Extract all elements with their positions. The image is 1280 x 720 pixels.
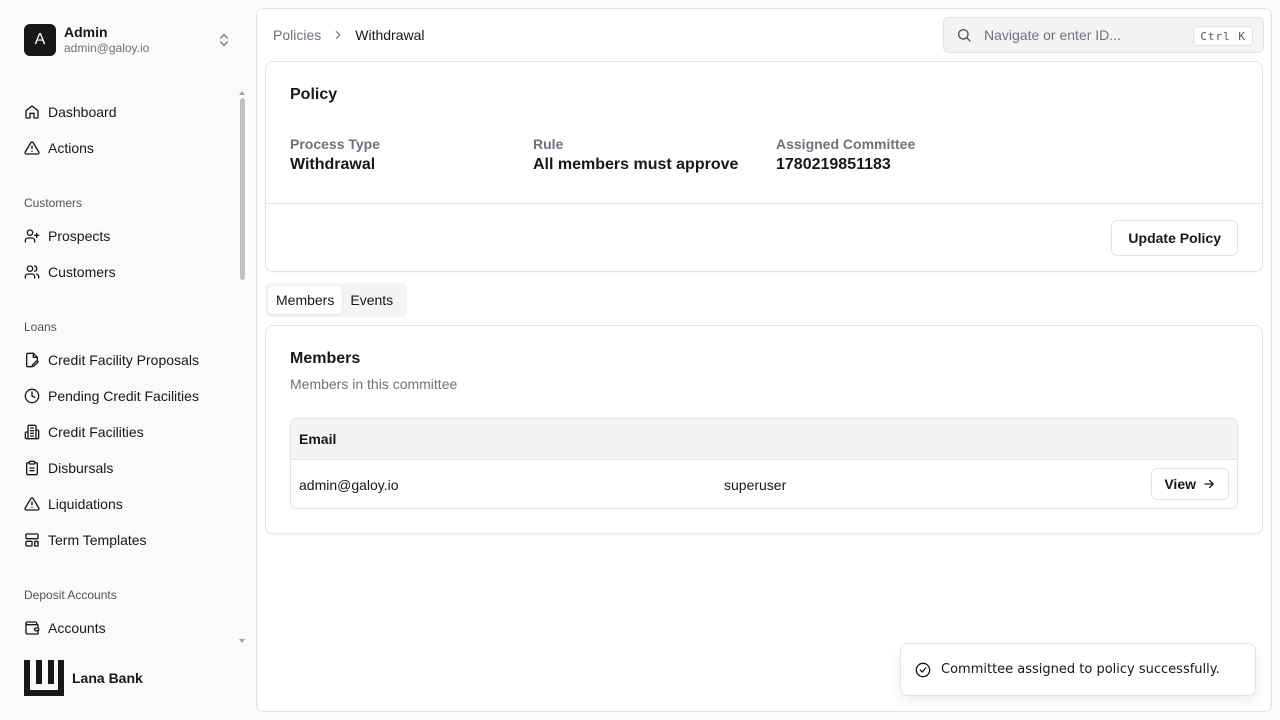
tab-events[interactable]: Events	[342, 286, 401, 314]
main-panel: Policies Withdrawal Ctrl K Policy Proces…	[256, 8, 1272, 712]
sidebar-item-label: Actions	[48, 140, 94, 156]
field-rule: Rule All members must approve	[533, 136, 738, 174]
home-icon	[25, 105, 39, 119]
user-email: admin@galoy.io	[64, 41, 150, 56]
field-value: All members must approve	[533, 156, 739, 173]
lana-logo-icon	[24, 660, 64, 696]
table-header: Email	[291, 419, 1237, 460]
users-icon	[24, 265, 40, 279]
scroll-up-icon[interactable]	[238, 88, 246, 98]
chevron-right-icon	[335, 30, 341, 40]
member-email: admin@galoy.io	[299, 476, 399, 493]
sidebar-item-label: Prospects	[48, 228, 111, 244]
column-header-email: Email	[299, 431, 337, 447]
breadcrumb: Policies Withdrawal	[273, 27, 425, 43]
alert-triangle-icon	[24, 497, 40, 511]
sidebar-item-dashboard[interactable]: Dashboard	[24, 100, 117, 124]
user-switcher[interactable]: A Admin admin@galoy.io	[24, 24, 240, 56]
sidebar-item-credit-facility-proposals[interactable]: Credit Facility Proposals	[24, 348, 199, 372]
tabs: Members Events	[265, 283, 407, 317]
scroll-down-icon[interactable]	[238, 636, 246, 646]
sidebar-item-term-templates[interactable]: Term Templates	[24, 528, 147, 552]
search-input[interactable]	[984, 27, 1184, 43]
sidebar-item-label: Disbursals	[48, 460, 114, 476]
search-icon	[958, 29, 971, 42]
table-row: admin@galoy.io superuser View	[291, 460, 1237, 508]
field-label: Assigned Committee	[776, 136, 916, 152]
clipboard-icon	[26, 460, 38, 476]
brand-name: Lana Bank	[72, 670, 143, 686]
sidebar-item-pending-credit-facilities[interactable]: Pending Credit Facilities	[24, 384, 199, 408]
search-box[interactable]: Ctrl K	[943, 17, 1264, 53]
sidebar-item-accounts[interactable]: Accounts	[24, 616, 106, 640]
sidebar-item-customers[interactable]: Customers	[24, 260, 116, 284]
sidebar-item-label: Credit Facilities	[48, 424, 144, 440]
nav-group-customers: Customers	[24, 196, 83, 210]
sidebar-item-label: Accounts	[48, 620, 106, 636]
member-role: superuser	[724, 476, 787, 493]
sidebar-item-label: Dashboard	[48, 104, 117, 120]
layout-template-icon	[25, 533, 39, 547]
breadcrumb-current: Withdrawal	[355, 27, 425, 43]
field-assigned-committee: Assigned Committee 1780219851183	[776, 136, 915, 174]
update-policy-button[interactable]: Update Policy	[1111, 220, 1238, 256]
members-title: Members	[290, 350, 361, 367]
sidebar-item-label: Liquidations	[48, 496, 123, 512]
sidebar: A Admin admin@galoy.io Dashboard Actions…	[0, 0, 256, 720]
avatar: A	[24, 24, 56, 56]
view-button-label: View	[1164, 476, 1196, 492]
building-icon	[24, 424, 40, 440]
sidebar-item-credit-facilities[interactable]: Credit Facilities	[24, 420, 144, 444]
user-name: Admin	[64, 24, 108, 41]
sidebar-nav: Dashboard Actions Customers Prospects Cu…	[0, 88, 246, 648]
view-member-button[interactable]: View	[1151, 468, 1229, 500]
user-plus-icon	[24, 229, 40, 243]
user-info: Admin admin@galoy.io	[64, 24, 149, 55]
wallet-icon	[25, 621, 40, 635]
sidebar-item-liquidations[interactable]: Liquidations	[24, 492, 123, 516]
sidebar-item-disbursals[interactable]: Disbursals	[24, 456, 113, 480]
members-table: Email admin@galoy.io superuser View	[290, 418, 1238, 509]
nav-group-deposit-accounts: Deposit Accounts	[24, 588, 117, 602]
breadcrumb-policies[interactable]: Policies	[273, 27, 321, 43]
members-card: Members Members in this committee Email …	[265, 325, 1263, 534]
sidebar-item-label: Credit Facility Proposals	[48, 352, 199, 368]
field-label: Process Type	[290, 136, 381, 152]
toast-message: Committee assigned to policy successfull…	[941, 662, 1220, 677]
toast-notification[interactable]: Committee assigned to policy successfull…	[900, 643, 1256, 696]
scroll-thumb[interactable]	[240, 98, 245, 280]
field-process-type: Process Type Withdrawal	[290, 136, 380, 174]
arrow-right-icon	[1204, 479, 1214, 489]
brand: Lana Bank	[24, 660, 143, 696]
sidebar-item-prospects[interactable]: Prospects	[24, 224, 110, 248]
sidebar-item-label: Customers	[48, 264, 116, 280]
file-edit-icon	[26, 352, 39, 368]
policy-card: Policy Process Type Withdrawal Rule All …	[265, 61, 1263, 272]
members-subtitle: Members in this committee	[290, 376, 458, 392]
shortcut-hint: Ctrl K	[1193, 26, 1253, 46]
sidebar-item-label: Pending Credit Facilities	[48, 388, 199, 404]
clock-icon	[24, 388, 40, 404]
field-value: Withdrawal	[290, 156, 376, 173]
alert-triangle-icon	[24, 141, 40, 155]
sidebar-item-label: Term Templates	[48, 532, 147, 548]
tab-members[interactable]: Members	[268, 286, 343, 314]
chevrons-up-down-icon	[220, 34, 228, 46]
sidebar-item-actions[interactable]: Actions	[24, 136, 94, 160]
field-label: Rule	[533, 136, 564, 152]
divider	[266, 203, 1262, 204]
check-circle-icon	[915, 662, 931, 677]
policy-title: Policy	[290, 86, 338, 103]
sidebar-scrollbar[interactable]	[238, 88, 246, 648]
nav-group-loans: Loans	[24, 320, 57, 334]
field-value[interactable]: 1780219851183	[776, 156, 915, 174]
